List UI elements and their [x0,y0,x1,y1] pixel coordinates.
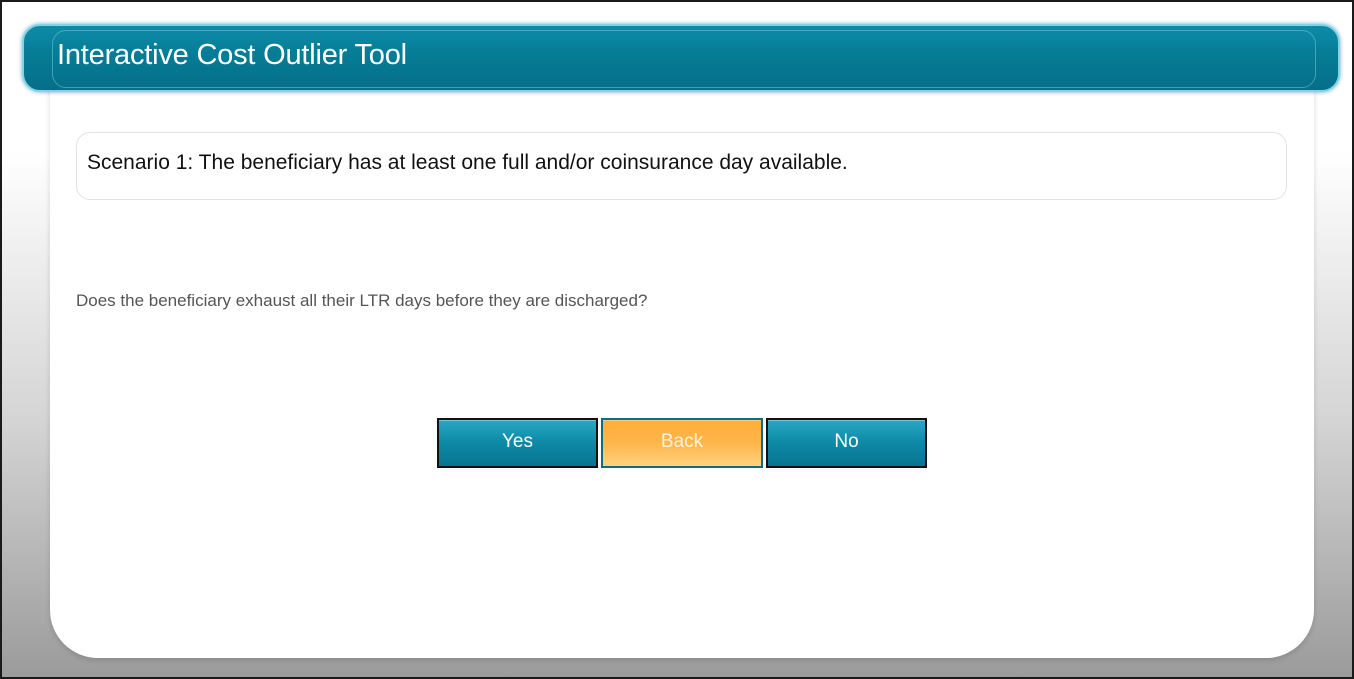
back-button[interactable]: Back [601,418,763,468]
yes-button[interactable]: Yes [437,418,598,468]
page-title: Interactive Cost Outlier Tool [57,39,407,71]
question-text: Does the beneficiary exhaust all their L… [76,291,648,310]
no-button[interactable]: No [766,418,927,468]
title-bar: Interactive Cost Outlier Tool [22,24,1340,92]
scenario-box: Scenario 1: The beneficiary has at least… [76,132,1287,200]
app-frame: Interactive Cost Outlier Tool Scenario 1… [0,0,1354,679]
scenario-text: Scenario 1: The beneficiary has at least… [87,151,848,174]
